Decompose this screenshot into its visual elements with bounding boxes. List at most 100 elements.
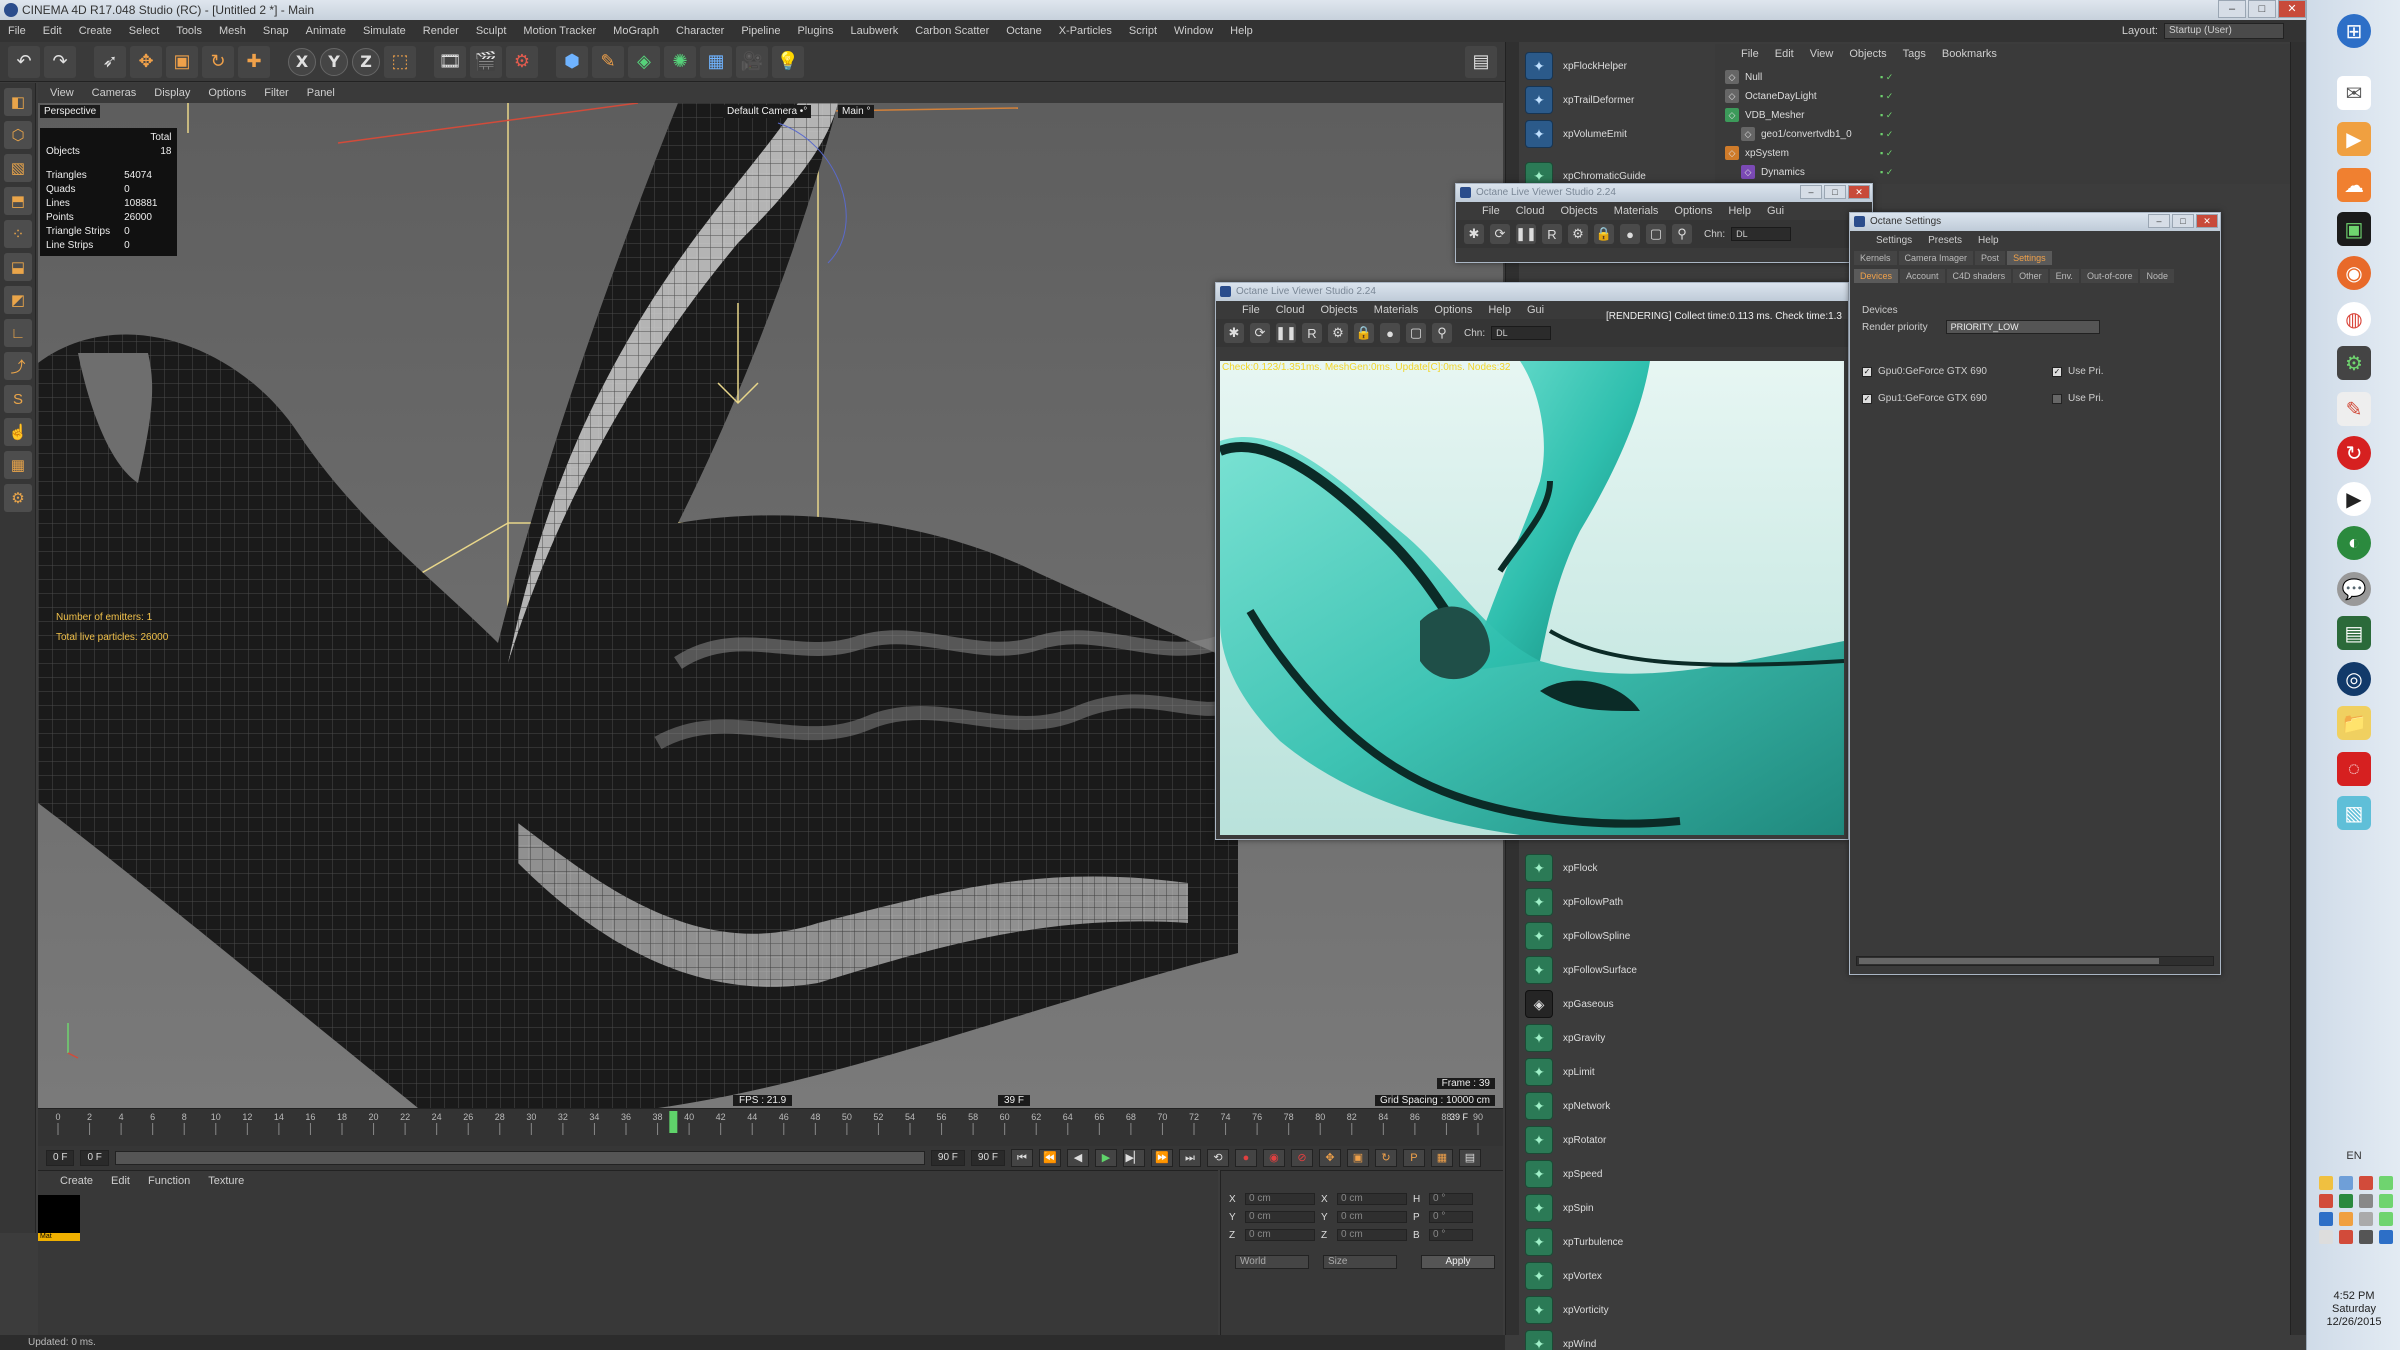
xp-palette-item[interactable]: ✦ xpFlock (1525, 852, 1597, 884)
menu-edit[interactable]: Edit (43, 25, 62, 37)
next-frame-icon[interactable]: ▶▏ (1122, 1149, 1145, 1167)
key-parameter-icon[interactable]: P (1402, 1149, 1425, 1167)
end-frame-field-2[interactable]: 90 F (970, 1150, 1005, 1166)
mat-menu-texture[interactable]: Texture (208, 1175, 244, 1187)
xp-palette-item[interactable]: ✦ xpNetwork (1525, 1090, 1610, 1122)
mat-menu-function[interactable]: Function (148, 1175, 190, 1187)
horizontal-scrollbar[interactable] (1856, 956, 2214, 966)
y-axis-icon[interactable]: Y (320, 47, 348, 76)
rotation-b-field[interactable]: 0 ° (1429, 1229, 1473, 1241)
focus-picker-icon[interactable]: ⚲ (1432, 323, 1452, 343)
menu-mograph[interactable]: MoGraph (613, 25, 659, 37)
picker-icon[interactable]: ▢ (1406, 323, 1426, 343)
tray-icon[interactable] (2319, 1212, 2333, 1226)
subtab-node[interactable]: Node (2140, 269, 2174, 283)
camera-icon[interactable]: 🎥 (736, 45, 768, 78)
settings-gear-icon[interactable]: ⚙ (1328, 323, 1348, 343)
uv-mode-icon[interactable]: ∟ (4, 319, 32, 347)
subtab-out-of-core[interactable]: Out-of-core (2080, 269, 2139, 283)
tray-icon[interactable] (2379, 1176, 2393, 1190)
tool-icon[interactable]: ⚙ (2337, 346, 2371, 380)
object-tree-row[interactable]: ◇ xpSystem ▪ ✓ (1725, 144, 1893, 162)
xp-palette-item[interactable]: ✦ xpSpeed (1525, 1158, 1602, 1190)
maximize-button[interactable]: □ (1824, 185, 1846, 199)
menu-file[interactable]: File (8, 25, 26, 37)
tab-kernels[interactable]: Kernels (1854, 251, 1897, 265)
lvb-menu-gui[interactable]: Gui (1767, 205, 1784, 217)
cinema4d-taskbar-icon[interactable]: ◎ (2337, 662, 2371, 696)
houdini-icon[interactable]: ◌ (2337, 752, 2371, 786)
mat-menu-create[interactable]: Create (60, 1175, 93, 1187)
picker-icon[interactable]: ▢ (1646, 224, 1666, 244)
size-z-field[interactable]: 0 cm (1337, 1229, 1407, 1241)
object-tree-row[interactable]: ◇ VDB_Mesher ▪ ✓ (1725, 106, 1893, 124)
tray-icon[interactable] (2359, 1176, 2373, 1190)
live-viewer-titlebar[interactable]: Octane Live Viewer Studio 2.24 (1216, 283, 1848, 301)
lock-workplane-icon[interactable]: ▦ (4, 451, 32, 479)
menu-character[interactable]: Character (676, 25, 724, 37)
os-menu-settings[interactable]: Settings (1876, 235, 1912, 246)
subtab-devices[interactable]: Devices (1854, 269, 1899, 283)
key-pla-icon[interactable]: ▦ (1430, 1149, 1453, 1167)
play-app-icon[interactable]: ▶ (2337, 482, 2371, 516)
lvb-menu-objects[interactable]: Objects (1560, 205, 1597, 217)
tray-icon[interactable] (2339, 1212, 2353, 1226)
live-viewer-window[interactable]: Octane Live Viewer Studio 2.24 File Clou… (1215, 282, 1849, 840)
menu-pipeline[interactable]: Pipeline (741, 25, 780, 37)
material-swatch[interactable] (38, 1195, 80, 1233)
select-icon[interactable]: ➶ (94, 45, 126, 78)
viewport-menu-options[interactable]: Options (208, 87, 246, 99)
render-preview[interactable]: Check:0.123/1.351ms. MeshGen:0ms. Update… (1220, 361, 1844, 835)
menu-select[interactable]: Select (129, 25, 160, 37)
clock[interactable]: 4:52 PM Saturday 12/26/2015 (2307, 1290, 2400, 1329)
firefox-icon[interactable]: ◉ (2337, 256, 2371, 290)
material-sphere-icon[interactable]: ● (1380, 323, 1400, 343)
render-picture-viewer-icon[interactable]: 🎬 (470, 45, 502, 78)
viewport-menu-filter[interactable]: Filter (264, 87, 288, 99)
mat-menu-edit[interactable]: Edit (111, 1175, 130, 1187)
menu-create[interactable]: Create (79, 25, 112, 37)
menu-animate[interactable]: Animate (306, 25, 346, 37)
edges-mode-icon[interactable]: ⬓ (4, 253, 32, 281)
close-button[interactable]: ✕ (2196, 214, 2218, 228)
om-menu-tags[interactable]: Tags (1903, 48, 1926, 60)
live-viewer-window-back[interactable]: Octane Live Viewer Studio 2.24 – □ ✕ Fil… (1455, 183, 1873, 263)
go-to-start-icon[interactable]: ⏮ (1010, 1149, 1033, 1167)
position-z-field[interactable]: 0 cm (1245, 1229, 1315, 1241)
workplane-icon[interactable]: ⬒ (4, 187, 32, 215)
next-key-icon[interactable]: ⏩ (1150, 1149, 1173, 1167)
stack-icon[interactable]: ▧ (2337, 796, 2371, 830)
subtab-env[interactable]: Env. (2049, 269, 2079, 283)
os-menu-presets[interactable]: Presets (1928, 235, 1962, 246)
material-swatch-label[interactable]: Mat (38, 1233, 80, 1241)
gpu0-checkbox[interactable]: ✓ (1862, 366, 1872, 377)
xp-palette-item[interactable]: ✦ xpRotator (1525, 1124, 1606, 1156)
menu-window[interactable]: Window (1174, 25, 1213, 37)
scale-icon[interactable]: ▣ (166, 45, 198, 78)
timeline-layout-icon[interactable]: ▤ (1458, 1149, 1481, 1167)
subtab-account[interactable]: Account (1900, 269, 1945, 283)
lv-menu-file[interactable]: File (1242, 304, 1260, 316)
material-sphere-icon[interactable]: ● (1620, 224, 1640, 244)
menu-carbon-scatter[interactable]: Carbon Scatter (915, 25, 989, 37)
minimize-button[interactable]: – (2148, 214, 2170, 228)
lock-icon[interactable]: 🔒 (1354, 323, 1374, 343)
region-render-icon[interactable]: R (1302, 323, 1322, 343)
start-orb-icon[interactable]: ⊞ (2337, 14, 2371, 48)
focus-picker-icon[interactable]: ⚲ (1672, 224, 1692, 244)
visibility-check-icon[interactable]: ▪ ✓ (1880, 91, 1893, 102)
visibility-check-icon[interactable]: ▪ ✓ (1880, 167, 1893, 178)
loop-icon[interactable]: ⟲ (1206, 1149, 1229, 1167)
menu-sculpt[interactable]: Sculpt (476, 25, 507, 37)
subtab-other[interactable]: Other (2013, 269, 2048, 283)
position-y-field[interactable]: 0 cm (1245, 1211, 1315, 1223)
coord-system-icon[interactable]: ⬚ (384, 45, 416, 78)
x-axis-icon[interactable]: X (288, 47, 316, 76)
om-menu-file[interactable]: File (1741, 48, 1759, 60)
polygons-mode-icon[interactable]: ◩ (4, 286, 32, 314)
xp-palette-item[interactable]: ✦ xpTrailDeformer (1525, 84, 1634, 116)
lv-menu-help[interactable]: Help (1488, 304, 1511, 316)
object-tree-row[interactable]: ◇ Dynamics ▪ ✓ (1741, 163, 1893, 181)
tray-icon[interactable] (2379, 1230, 2393, 1244)
pen-icon[interactable]: ✎ (592, 45, 624, 78)
